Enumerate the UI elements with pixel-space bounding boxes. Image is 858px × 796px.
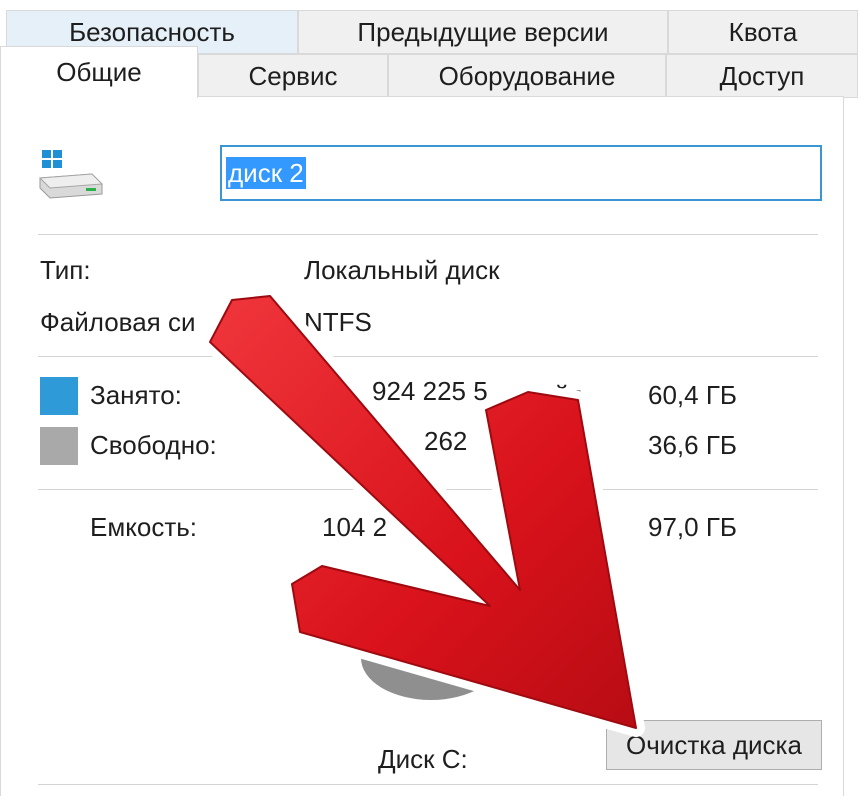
used-size: 60,4 ГБ [648, 380, 737, 410]
tab-quota[interactable]: Квота [668, 10, 858, 54]
used-bytes: 924 225 5 [372, 376, 488, 406]
capacity-size: 97,0 ГБ [648, 512, 737, 542]
drive-icon [36, 148, 106, 204]
used-label: Занято: [90, 380, 182, 410]
tab-general[interactable]: Общие [0, 46, 198, 98]
tab-tools[interactable]: Сервис [198, 54, 388, 98]
drive-name-value: диск 2 [226, 157, 306, 189]
tab-sharing[interactable]: Доступ [666, 54, 858, 98]
separator [38, 234, 818, 235]
free-size: 36,6 ГБ [648, 430, 737, 460]
capacity-bytes: 104 2 [322, 512, 388, 542]
filesystem-value: NTFS [304, 307, 372, 337]
disk-cleanup-button[interactable]: Очистка диска [606, 720, 822, 770]
separator [38, 489, 818, 490]
capacity-label: Емкость: [90, 512, 198, 542]
filesystem-label: Файловая си [40, 307, 196, 337]
used-space-swatch [40, 377, 78, 415]
type-label: Тип: [40, 255, 91, 285]
tab-previous-versions[interactable]: Предыдущие версии [298, 10, 668, 54]
free-space-swatch [40, 427, 78, 465]
type-value: Локальный диск [304, 255, 500, 285]
tab-hardware[interactable]: Оборудование [388, 54, 666, 98]
free-bytes: 262 [424, 426, 468, 456]
disk-usage-pie [356, 548, 506, 708]
used-bytes-unit: айт [540, 380, 581, 410]
disk-label: Диск C: [378, 744, 468, 774]
free-bytes-unit: айт [540, 430, 581, 460]
separator [38, 356, 818, 357]
drive-name-input[interactable]: диск 2 [220, 145, 822, 201]
free-label: Свободно: [90, 430, 217, 460]
separator [38, 784, 818, 785]
